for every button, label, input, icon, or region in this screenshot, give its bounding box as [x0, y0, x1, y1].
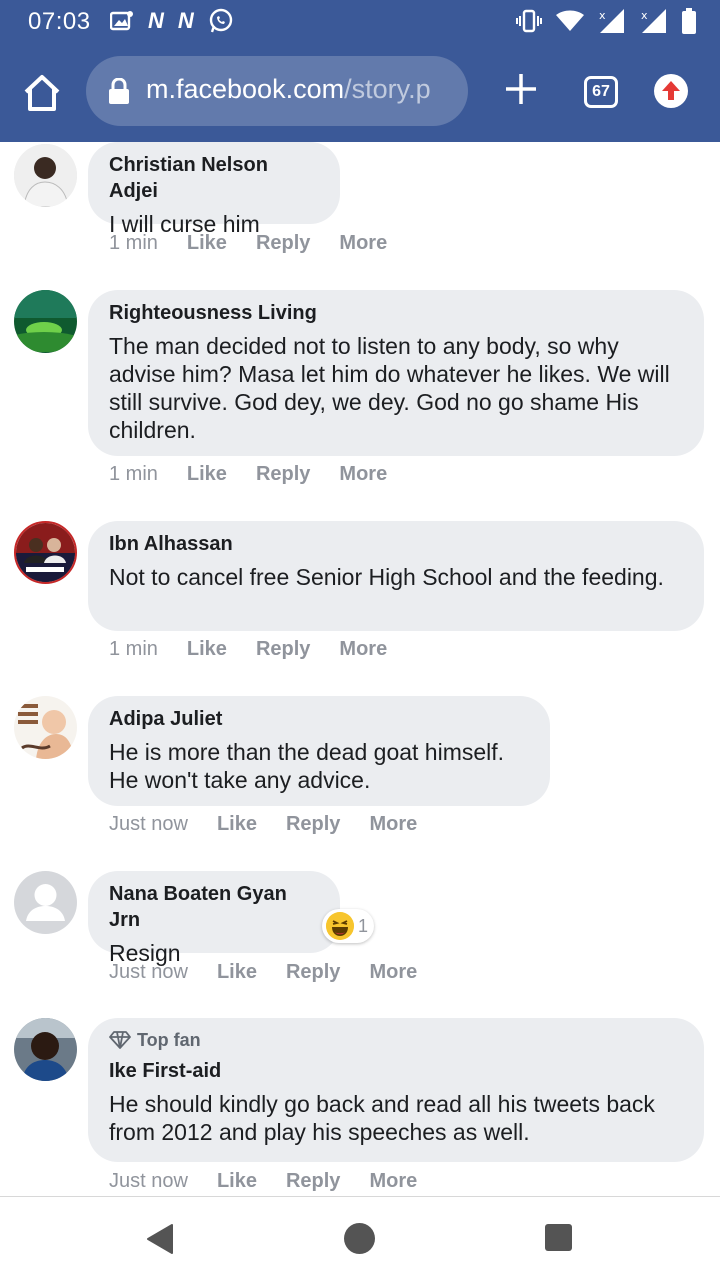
comment-time[interactable]: 1 min	[109, 461, 158, 487]
reaction-count: 1	[358, 915, 369, 936]
signal-icon: x	[641, 9, 666, 33]
home-button[interactable]	[22, 74, 62, 112]
reply-button[interactable]: Reply	[286, 811, 340, 837]
reply-button[interactable]: Reply	[286, 959, 340, 985]
comment-time[interactable]: Just now	[109, 811, 188, 837]
comment-bubble: Ibn Alhassan Not to cancel free Senior H…	[88, 521, 704, 631]
home-icon	[24, 75, 60, 111]
diamond-icon	[109, 1031, 131, 1049]
comment-bubble: Righteousness Living The man decided not…	[88, 290, 704, 456]
tab-switcher-button[interactable]: 67	[584, 76, 618, 108]
comment-author[interactable]: Righteousness Living	[109, 300, 684, 326]
system-nav-bar	[0, 1196, 720, 1280]
like-button[interactable]: Like	[187, 636, 227, 662]
more-button[interactable]: More	[339, 461, 387, 487]
url-path: /story.p	[344, 74, 431, 104]
top-fan-label: Top fan	[137, 1030, 201, 1050]
comment-actions: Just now Like Reply More	[109, 959, 446, 985]
comment-bubble: Top fan Ike First-aid He should kindly g…	[88, 1018, 704, 1162]
comment-actions: Just now Like Reply More	[109, 1168, 446, 1194]
comment-bubble: Christian Nelson Adjei I will curse him	[88, 142, 340, 237]
more-button[interactable]: More	[339, 230, 387, 256]
avatar[interactable]	[14, 871, 77, 934]
image-icon	[110, 11, 133, 31]
reply-button[interactable]: Reply	[256, 461, 310, 487]
wifi-icon	[556, 10, 584, 31]
top-fan-badge: Top fan	[109, 1028, 684, 1052]
new-tab-button[interactable]	[502, 70, 540, 112]
more-button[interactable]: More	[369, 959, 417, 985]
comment-time[interactable]: Just now	[109, 1168, 188, 1194]
n-icon: N	[148, 8, 164, 33]
plus-icon	[506, 74, 536, 104]
like-button[interactable]: Like	[217, 1168, 257, 1194]
more-button[interactable]: More	[369, 1168, 417, 1194]
battery-icon	[682, 8, 696, 34]
comment-bubble: Nana Boaten Gyan Jrn Resign	[88, 871, 340, 966]
lock-icon	[109, 78, 129, 104]
home-circle-icon[interactable]	[344, 1223, 375, 1254]
whatsapp-icon	[209, 8, 232, 33]
comment-text: The man decided not to listen to any bod…	[109, 333, 670, 443]
comment-author[interactable]: Christian Nelson Adjei	[109, 152, 320, 204]
notification-icons: N N	[110, 8, 234, 34]
reaction-badge[interactable]: 1	[322, 909, 375, 943]
signal-icon: x	[599, 9, 624, 33]
n-icon: N	[177, 8, 194, 33]
avatar[interactable]	[14, 290, 77, 353]
update-button[interactable]	[654, 74, 688, 108]
status-bar: 07:03 N N x x	[0, 0, 720, 44]
comment-text: Not to cancel free Senior High School an…	[109, 564, 664, 590]
system-icons: x x	[516, 8, 696, 34]
comment-author[interactable]: Ike First-aid	[109, 1058, 684, 1084]
svg-text:x: x	[599, 9, 606, 22]
avatar[interactable]	[14, 696, 77, 759]
back-icon[interactable]	[146, 1223, 174, 1255]
svg-text:x: x	[641, 9, 648, 22]
comment-actions: 1 min Like Reply More	[109, 636, 416, 662]
comment-time[interactable]: 1 min	[109, 230, 158, 256]
like-button[interactable]: Like	[187, 230, 227, 256]
like-button[interactable]: Like	[187, 461, 227, 487]
comment-bubble: Adipa Juliet He is more than the dead go…	[88, 696, 550, 806]
comment-text: He is more than the dead goat himself. H…	[109, 739, 505, 793]
comment-actions: Just now Like Reply More	[109, 811, 446, 837]
comment-author[interactable]: Ibn Alhassan	[109, 531, 684, 557]
more-button[interactable]: More	[369, 811, 417, 837]
like-button[interactable]: Like	[217, 959, 257, 985]
url-host: m.facebook.com	[146, 74, 345, 104]
haha-reaction-icon	[326, 912, 354, 940]
avatar[interactable]	[14, 521, 77, 584]
url-field[interactable]: m.facebook.com/story.p	[86, 56, 468, 126]
avatar[interactable]	[14, 1018, 77, 1081]
status-time: 07:03	[28, 8, 91, 35]
reply-button[interactable]: Reply	[286, 1168, 340, 1194]
comment-text: He should kindly go back and read all hi…	[109, 1091, 655, 1145]
browser-toolbar: m.facebook.com/story.p 67	[0, 44, 720, 142]
url-text: m.facebook.com/story.p	[146, 74, 431, 105]
reply-button[interactable]: Reply	[256, 636, 310, 662]
arrow-up-icon	[662, 81, 680, 100]
comment-list: Christian Nelson Adjei I will curse him …	[0, 142, 720, 1196]
comment-actions: 1 min Like Reply More	[109, 461, 416, 487]
comment-time[interactable]: Just now	[109, 959, 188, 985]
vibrate-icon	[516, 9, 542, 33]
comment-actions: 1 min Like Reply More	[109, 230, 416, 256]
comment-author[interactable]: Adipa Juliet	[109, 706, 530, 732]
comment-time[interactable]: 1 min	[109, 636, 158, 662]
comment-author[interactable]: Nana Boaten Gyan Jrn	[109, 881, 320, 933]
avatar[interactable]	[14, 144, 77, 207]
like-button[interactable]: Like	[217, 811, 257, 837]
more-button[interactable]: More	[339, 636, 387, 662]
recents-icon[interactable]	[545, 1224, 572, 1251]
reply-button[interactable]: Reply	[256, 230, 310, 256]
